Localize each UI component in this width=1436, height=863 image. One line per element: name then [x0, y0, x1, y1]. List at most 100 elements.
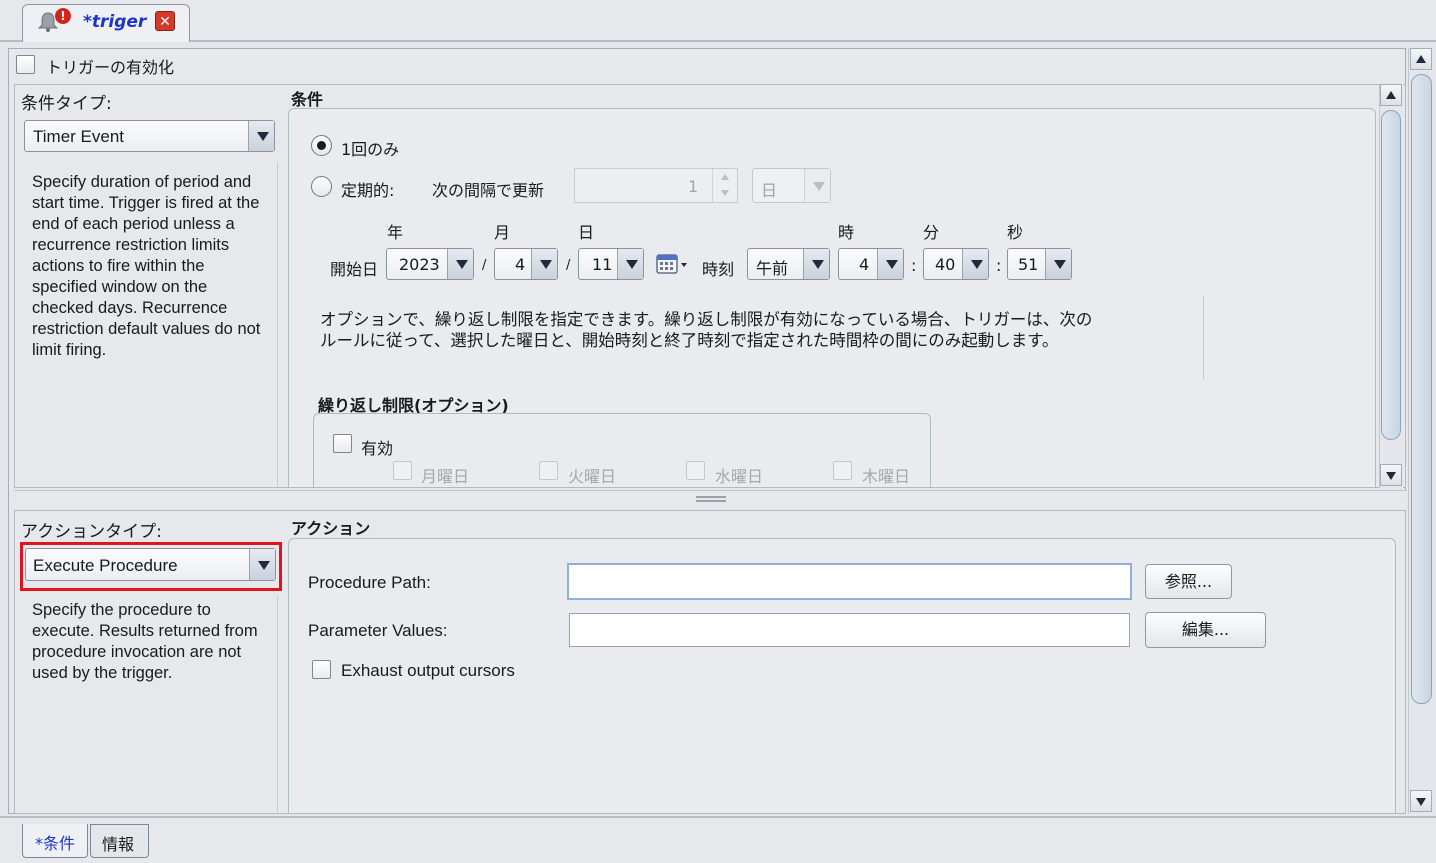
split-handle-icon — [696, 496, 726, 502]
hour-header: 時 — [838, 223, 855, 242]
date-separator: / — [482, 258, 487, 273]
bottom-tab-bar — [0, 816, 1436, 863]
chevron-down-icon — [877, 249, 903, 279]
month-value: 4 — [515, 255, 526, 274]
day-thursday-label: 木曜日 — [862, 467, 911, 486]
editor-tab-bar — [0, 0, 1436, 42]
ampm-select[interactable]: 午前 — [747, 248, 830, 280]
condition-type-value: Timer Event — [33, 127, 125, 146]
scroll-up-icon[interactable] — [1410, 48, 1432, 70]
second-select[interactable]: 51 — [1007, 248, 1072, 280]
scroll-thumb[interactable] — [1411, 74, 1432, 704]
condition-section-title: 条件 — [291, 90, 324, 109]
minute-value: 40 — [935, 255, 956, 274]
condition-type-label: 条件タイプ: — [21, 94, 112, 114]
edit-button[interactable]: 編集... — [1145, 612, 1266, 648]
month-select[interactable]: 4 — [494, 248, 558, 280]
day-value: 11 — [592, 255, 613, 274]
hour-select[interactable]: 4 — [838, 248, 904, 280]
split-divider[interactable] — [14, 490, 1406, 510]
periodic-radio[interactable] — [311, 176, 332, 197]
browse-button[interactable]: 参照... — [1145, 564, 1232, 599]
month-header: 月 — [494, 223, 511, 242]
scroll-up-icon[interactable] — [1380, 84, 1402, 106]
minute-select[interactable]: 40 — [923, 248, 989, 280]
parameter-values-input[interactable] — [569, 613, 1130, 647]
tab-info[interactable]: 情報 — [90, 824, 149, 858]
day-thursday-checkbox[interactable] — [833, 461, 852, 480]
interval-label: 次の間隔で更新 — [432, 181, 545, 200]
hour-value: 4 — [859, 255, 870, 274]
enable-trigger-checkbox[interactable] — [16, 55, 35, 74]
recurrence-enable-label: 有効 — [361, 439, 394, 458]
tab-condition-label: *条件 — [35, 834, 76, 853]
time-separator: : — [911, 256, 917, 275]
editor-tab-title: *triger — [83, 12, 147, 32]
condition-type-select[interactable]: Timer Event — [24, 120, 275, 152]
action-description: Specify the procedure to execute. Result… — [32, 601, 258, 682]
tab-info-label: 情報 — [102, 835, 135, 854]
once-label: 1回のみ — [341, 140, 400, 159]
recurrence-enable-checkbox[interactable] — [333, 434, 352, 453]
interval-value: 1 — [688, 177, 699, 196]
day-select[interactable]: 11 — [578, 248, 644, 280]
procedure-path-input[interactable] — [567, 563, 1132, 600]
day-monday-label: 月曜日 — [421, 467, 470, 486]
year-header: 年 — [387, 223, 404, 242]
scroll-down-icon[interactable] — [1380, 464, 1402, 486]
tab-condition[interactable]: *条件 — [22, 824, 88, 858]
action-type-value: Execute Procedure — [33, 556, 178, 575]
exhaust-cursors-label: Exhaust output cursors — [341, 661, 515, 680]
year-select[interactable]: 2023 — [386, 248, 474, 280]
time-separator: : — [996, 256, 1002, 275]
day-monday-checkbox[interactable] — [393, 461, 412, 480]
close-tab-icon[interactable]: ✕ — [155, 11, 175, 31]
chevron-down-icon — [804, 169, 830, 202]
second-value: 51 — [1018, 255, 1039, 274]
chevron-down-icon — [447, 249, 473, 279]
ampm-value: 午前 — [756, 259, 789, 278]
day-wednesday-label: 水曜日 — [715, 467, 764, 486]
scroll-down-icon[interactable] — [1410, 790, 1432, 812]
parameter-values-label: Parameter Values: — [308, 621, 448, 640]
procedure-path-label: Procedure Path: — [308, 573, 431, 592]
date-separator: / — [566, 258, 571, 273]
day-tuesday-label: 火曜日 — [568, 467, 617, 486]
interval-unit-select[interactable]: 日 — [752, 168, 831, 203]
chevron-down-icon — [248, 121, 274, 151]
day-header: 日 — [578, 223, 595, 242]
minute-header: 分 — [923, 223, 940, 242]
chevron-down-icon — [531, 249, 557, 279]
spinner-arrows-icon[interactable] — [712, 169, 737, 202]
year-value: 2023 — [399, 255, 440, 274]
option-text-line2: ルールに従って、選択した曜日と、開始時刻と終了時刻で指定された時間枠の間にのみ起… — [320, 331, 1059, 350]
once-radio[interactable] — [311, 135, 332, 156]
interval-unit-value: 日 — [761, 181, 778, 200]
chevron-down-icon — [249, 549, 275, 580]
main-scrollbar[interactable] — [1408, 48, 1434, 814]
action-type-select[interactable]: Execute Procedure — [25, 548, 276, 581]
periodic-label: 定期的: — [341, 181, 395, 200]
enable-trigger-label: トリガーの有効化 — [46, 58, 175, 77]
scroll-thumb[interactable] — [1381, 110, 1401, 440]
interval-spinner[interactable]: 1 — [574, 168, 738, 203]
day-tuesday-checkbox[interactable] — [539, 461, 558, 480]
exhaust-cursors-checkbox[interactable] — [312, 660, 331, 679]
editor-tab-triger[interactable]: ! *triger ✕ — [22, 4, 190, 42]
day-wednesday-checkbox[interactable] — [686, 461, 705, 480]
chevron-down-icon — [962, 249, 988, 279]
chevron-down-icon — [617, 249, 643, 279]
chevron-down-icon — [803, 249, 829, 279]
action-type-label: アクションタイプ: — [21, 522, 162, 542]
radio-dot-icon — [317, 141, 326, 150]
action-section-title: アクション — [291, 519, 371, 538]
condition-description: Specify duration of period and start tim… — [32, 173, 261, 359]
start-date-label: 開始日 — [330, 260, 379, 279]
calendar-icon[interactable] — [656, 253, 688, 275]
chevron-down-icon — [1045, 249, 1071, 279]
option-text-divider — [1203, 296, 1204, 380]
error-badge-icon: ! — [55, 8, 71, 24]
condition-scrollbar[interactable] — [1379, 84, 1403, 488]
time-label: 時刻 — [702, 260, 735, 279]
second-header: 秒 — [1007, 223, 1024, 242]
